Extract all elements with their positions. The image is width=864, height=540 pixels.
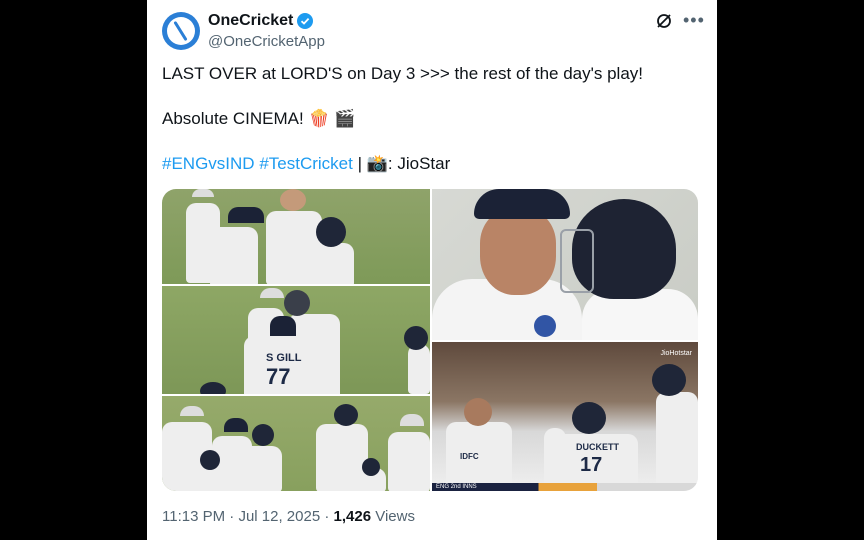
verified-badge-icon[interactable] [297,13,314,29]
tweet-card[interactable]: OneCricket @OneCricketApp ••• LAST OVER … [147,0,717,540]
camera-emoji: 📸 [366,154,388,173]
jersey-name-gill: S GILL [266,352,302,364]
video-frame-umpires [162,189,430,284]
tweet-line-2: Absolute CINEMA! 🍿 🎬 [162,108,702,130]
popcorn-clapper-emoji: 🍿 🎬 [308,109,356,128]
views-count[interactable]: 1,426 [334,508,372,525]
video-frame-celebration [162,396,430,491]
jersey-number-duckett: 17 [580,454,603,476]
tweet-line-2-text: Absolute CINEMA! [162,109,304,128]
video-frame-gill-jersey: S GILL 77 [162,286,430,394]
media-video[interactable]: S GILL 77 JioHotstar IDFC DUCKETT 17 ENG… [162,189,698,491]
tweet-body: LAST OVER at LORD'S on Day 3 >>> the res… [162,63,702,175]
author-handle[interactable]: @OneCricketApp [208,33,325,50]
tweet-date[interactable]: Jul 12, 2025 [238,508,320,525]
meta-separator: · [229,508,235,525]
meta-separator-2: · [324,508,330,525]
tweet-meta: 11:13 PM · Jul 12, 2025 · 1,426 Views [162,508,415,525]
separator: | [357,154,362,173]
hashtag-testcricket-link[interactable]: #TestCricket [259,154,353,173]
views-label: Views [375,508,415,525]
author-display-name[interactable]: OneCricket [208,12,293,30]
tweet-line-1: LAST OVER at LORD'S on Day 3 >>> the res… [162,64,644,83]
jersey-brand: IDFC [460,452,479,461]
jersey-number-gill: 77 [266,364,291,389]
video-frame-duckett: JioHotstar IDFC DUCKETT 17 ENG 2nd INNS [432,342,698,491]
video-frame-closeup [432,189,698,340]
author-name-row: OneCricket [208,12,314,30]
grok-icon[interactable] [655,12,673,30]
tweet-line-3: #ENGvsIND #TestCricket | 📸: JioStar [162,153,702,175]
more-icon[interactable]: ••• [683,10,705,31]
score-label: ENG 2nd INNS [436,484,477,490]
tweet-time[interactable]: 11:13 PM [162,508,225,525]
jersey-name-duckett: DUCKETT [576,442,619,452]
avatar[interactable] [162,12,200,50]
media-credit: : JioStar [387,154,451,173]
hashtag-engvsind-link[interactable]: #ENGvsIND [162,154,255,173]
broadcaster-mark: JioHotstar [660,350,692,357]
